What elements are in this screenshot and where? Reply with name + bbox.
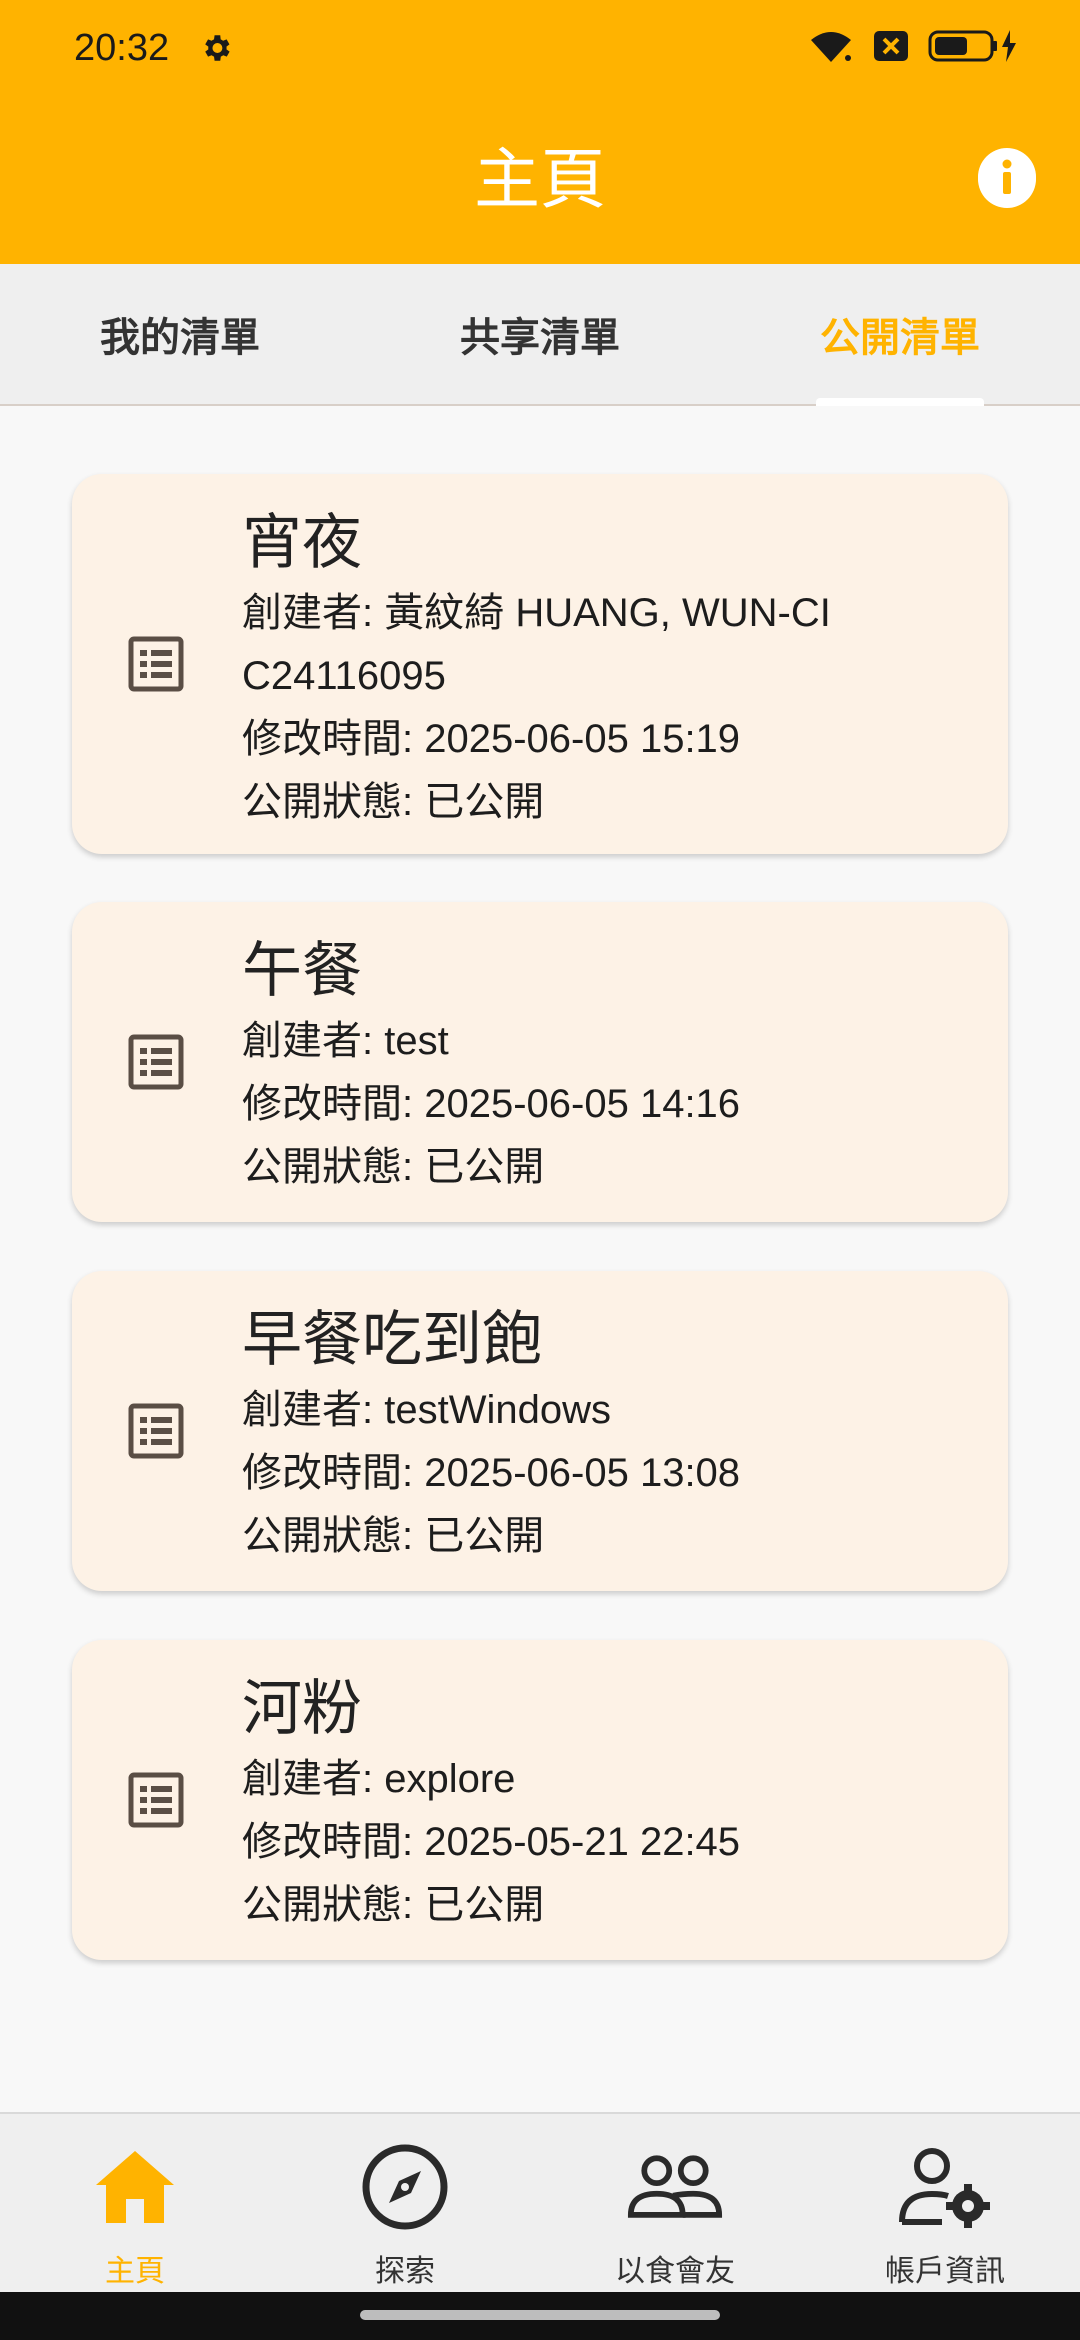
tab-public-lists[interactable]: 公開清單 [720, 264, 1080, 404]
list-card[interactable]: 宵夜 創建者: 黃紋綺 HUANG, WUN-CI C24116095 修改時間… [72, 474, 1008, 854]
list-card[interactable]: 河粉 創建者: explore 修改時間: 2025-05-21 22:45 公… [72, 1640, 1008, 1960]
tab-my-lists[interactable]: 我的清單 [0, 264, 360, 404]
list-icon [128, 636, 184, 692]
card-public-status: 公開狀態: 已公開 [242, 780, 545, 824]
card-title: 早餐吃到飽 [242, 1305, 542, 1375]
home-indicator[interactable] [360, 2310, 720, 2320]
settings-gear-icon [199, 30, 235, 66]
page-title: 主頁 [474, 141, 606, 218]
people-icon [627, 2142, 723, 2232]
nav-label: 以食會友 [615, 2254, 735, 2289]
card-creator-continued: C24116095 [242, 654, 446, 698]
card-modified-time: 修改時間: 2025-06-05 13:08 [242, 1451, 741, 1495]
list-card[interactable]: 午餐 創建者: test 修改時間: 2025-06-05 14:16 公開狀態… [72, 902, 1008, 1222]
card-creator: 創建者: test [242, 1019, 449, 1063]
status-bar: 20:32 [0, 0, 1080, 96]
status-icons [808, 28, 1020, 68]
bottom-navigation: 主頁 探索 以食會友 帳戶資訊 [0, 2112, 1080, 2292]
nav-home[interactable]: 主頁 [0, 2114, 270, 2292]
card-modified-time: 修改時間: 2025-06-05 15:19 [242, 717, 741, 761]
card-public-status: 公開狀態: 已公開 [242, 1883, 545, 1927]
nav-account-info[interactable]: 帳戶資訊 [810, 2114, 1080, 2292]
nav-label: 主頁 [105, 2254, 165, 2289]
card-creator: 創建者: 黃紋綺 HUANG, WUN-CI [242, 591, 831, 635]
nav-label: 探索 [375, 2254, 435, 2289]
account-settings-icon [897, 2142, 993, 2232]
card-creator: 創建者: testWindows [242, 1388, 611, 1432]
card-creator: 創建者: explore [242, 1757, 516, 1801]
battery-icon [928, 28, 1020, 68]
card-title: 宵夜 [242, 508, 362, 578]
tab-shared-lists[interactable]: 共享清單 [360, 264, 720, 404]
home-icon [87, 2142, 183, 2232]
wifi-icon [808, 28, 854, 68]
list-tabs: 我的清單 共享清單 公開清單 [0, 264, 1080, 406]
no-sim-icon [872, 29, 910, 67]
nav-explore[interactable]: 探索 [270, 2114, 540, 2292]
list-card[interactable]: 早餐吃到飽 創建者: testWindows 修改時間: 2025-06-05 … [72, 1271, 1008, 1591]
list-icon [128, 1403, 184, 1459]
nav-friends[interactable]: 以食會友 [540, 2114, 810, 2292]
nav-label: 帳戶資訊 [885, 2254, 1005, 2289]
list-icon [128, 1772, 184, 1828]
card-modified-time: 修改時間: 2025-05-21 22:45 [242, 1820, 741, 1864]
card-title: 午餐 [242, 936, 362, 1006]
app-bar: 20:32 主頁 [0, 0, 1080, 264]
info-icon [978, 148, 1036, 210]
list-icon [128, 1034, 184, 1090]
compass-icon [357, 2142, 453, 2232]
card-modified-time: 修改時間: 2025-06-05 14:16 [242, 1082, 741, 1126]
gesture-bar [0, 2292, 1080, 2340]
card-public-status: 公開狀態: 已公開 [242, 1145, 545, 1189]
status-time: 20:32 [74, 26, 170, 69]
card-title: 河粉 [242, 1674, 362, 1744]
card-public-status: 公開狀態: 已公開 [242, 1514, 545, 1558]
info-button[interactable] [978, 148, 1036, 210]
